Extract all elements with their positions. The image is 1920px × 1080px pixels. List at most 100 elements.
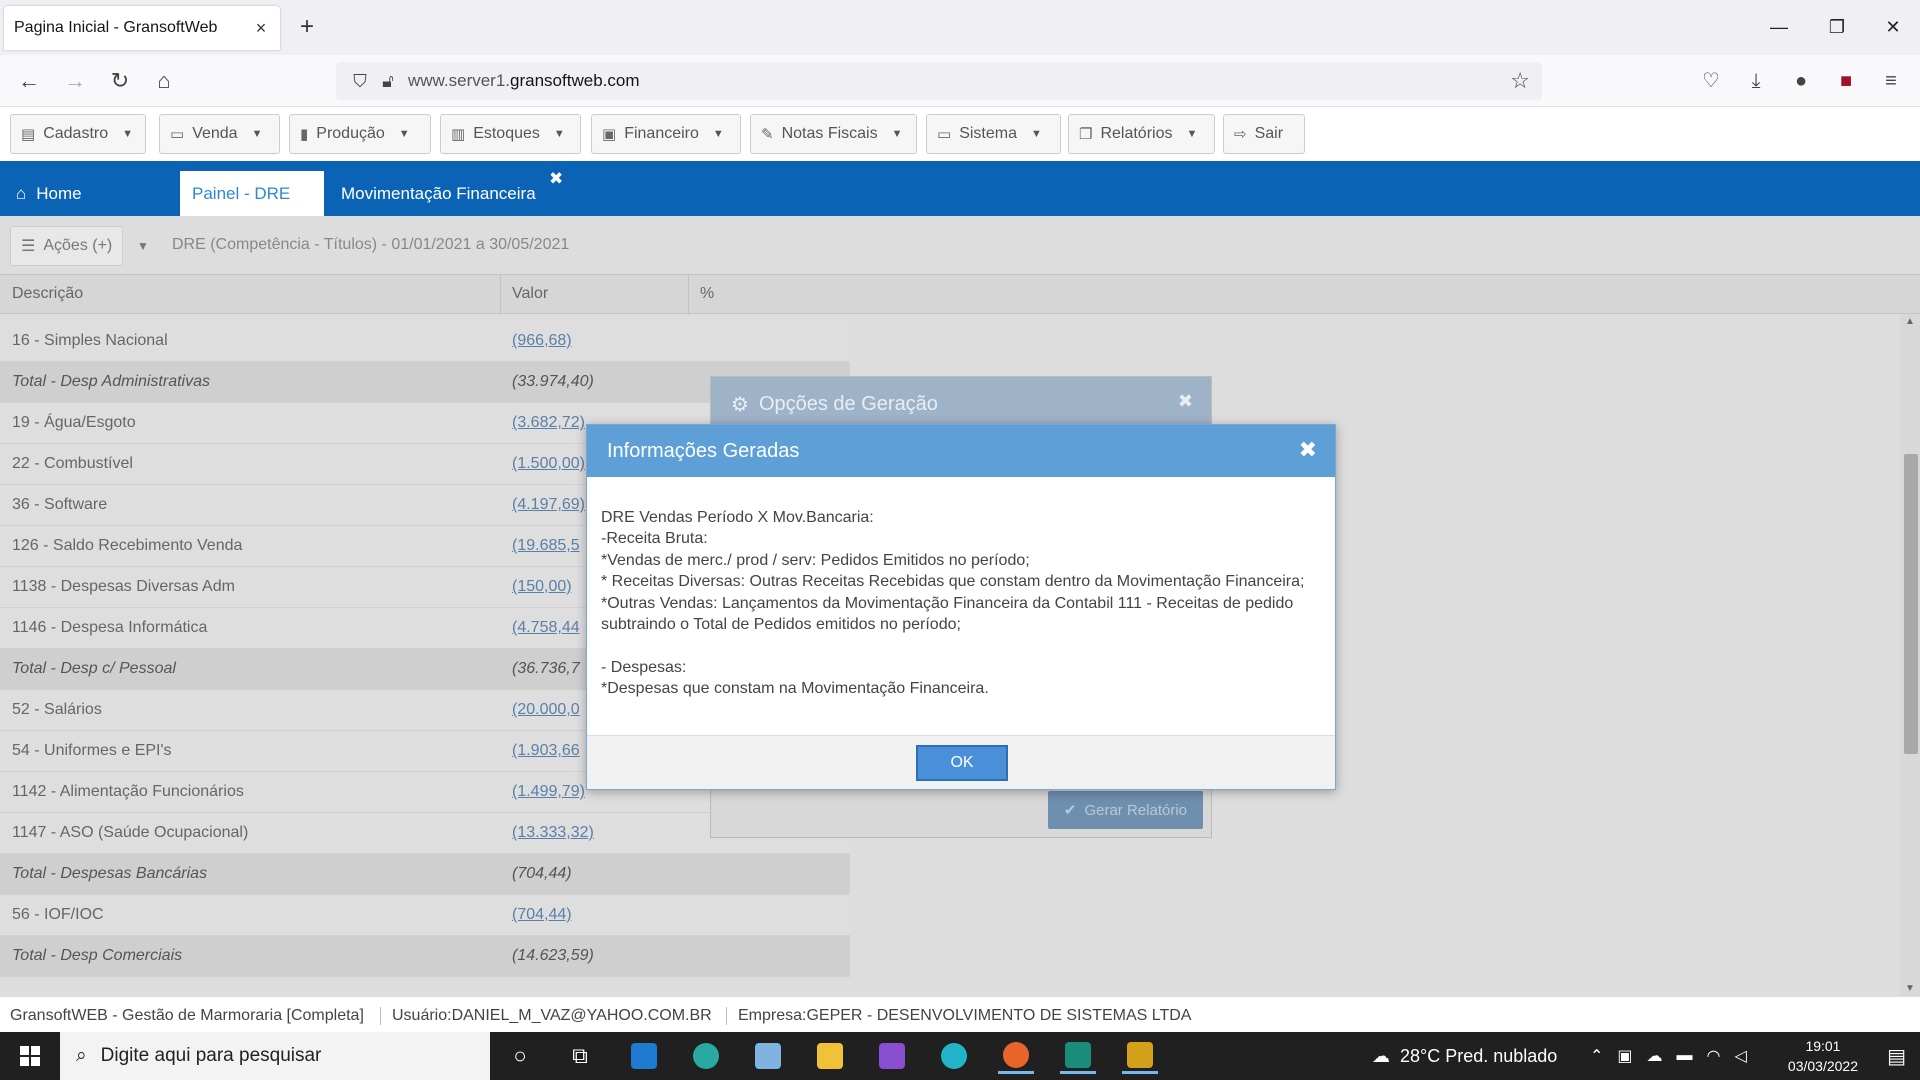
extension-icon[interactable]: ■ [1829,64,1863,98]
restore-icon[interactable]: ❐ [1814,10,1860,44]
app-installer-icon[interactable] [1060,1038,1096,1074]
tab-painel-dre[interactable]: Painel - DRE [180,171,324,216]
menu-relatorios[interactable]: ❐ Relatórios ▼ [1068,114,1215,154]
caret-down-icon: ▼ [251,128,263,140]
browser-navbar: ← → ↻ ⌂ ⛉ 🔓︎ www.server1. gransoftweb.com… [0,55,1920,107]
vertical-scrollbar[interactable]: ▲ ▼ [1900,314,1920,996]
edge-icon[interactable] [688,1038,724,1074]
modal-close-icon[interactable]: ✖ [1299,438,1317,462]
notepad-icon[interactable] [750,1038,786,1074]
menu-label: Financeiro [624,125,699,142]
close-tab-icon[interactable]: × [252,18,270,39]
row-value-link[interactable]: (704,44) [512,906,572,924]
row-value-link[interactable]: (4.197,69) [512,496,585,514]
search-placeholder: Digite aqui para pesquisar [100,1045,322,1066]
table-header: Descrição Valor % [0,274,1920,315]
wifi-icon[interactable]: ◠ [1707,1046,1721,1066]
mail-icon[interactable] [626,1038,662,1074]
acoes-dropdown-icon[interactable]: ▼ [128,226,158,266]
reload-icon[interactable]: ↻ [103,64,137,98]
pocket-icon[interactable]: ♡ [1694,64,1728,98]
ok-button[interactable]: OK [916,745,1008,781]
account-icon[interactable]: ● [1784,64,1818,98]
shield-icon[interactable]: ⛉ [346,71,374,92]
row-value-link[interactable]: (150,00) [512,578,572,596]
acoes-button[interactable]: ☰ Ações (+) [10,226,124,266]
forward-icon[interactable]: → [58,64,92,98]
scroll-down-icon[interactable]: ▼ [1902,983,1918,994]
download-icon[interactable]: ⤓ [1739,64,1773,98]
cortana-icon[interactable]: ○ [502,1038,538,1074]
menu-notas-fiscais[interactable]: ✎ Notas Fiscais ▼ [750,114,917,154]
menu-label: Relatórios [1100,125,1173,142]
close-tab-movimentacao-icon[interactable]: ✖ [549,169,563,189]
modal-line: - Despesas: [601,658,687,676]
column-header-percent: % [700,285,715,302]
row-value-link[interactable]: (4.758,44 [512,619,580,637]
check-icon: ✔ [1063,802,1077,819]
close-icon[interactable]: ✖ [1178,391,1193,412]
bookmark-star-icon[interactable]: ☆ [1510,68,1530,94]
menu-venda[interactable]: ▭ Venda ▼ [159,114,280,154]
browser-tab[interactable]: Pagina Inicial - GransoftWeb × [4,6,280,50]
menu-cadastro[interactable]: ▤ Cadastro ▼ [10,114,146,154]
row-value-link[interactable]: (1.500,00) [512,455,585,473]
edit-icon: ✎ [761,126,774,143]
row-value-link[interactable]: (1.499,79) [512,783,585,801]
new-tab-icon[interactable]: + [292,12,322,42]
menu-producao[interactable]: ▮ Produção ▼ [289,114,431,154]
row-value-link[interactable]: (13.333,32) [512,824,594,842]
tab-home[interactable]: ⌂ Home [16,171,82,216]
hamburger-menu-icon[interactable]: ≡ [1874,64,1908,98]
row-value-link[interactable]: (3.682,72) [512,414,585,432]
gerar-relatorio-button[interactable]: ✔ Gerar Relatório [1047,791,1203,829]
close-window-icon[interactable]: ✕ [1870,10,1916,44]
acoes-label: Ações (+) [43,237,113,254]
clock[interactable]: 19:01 03/03/2022 [1788,1036,1858,1076]
firefox-icon[interactable] [998,1038,1034,1074]
task-view-icon[interactable]: ⧉ [562,1038,598,1074]
back-icon[interactable]: ← [12,64,46,98]
copy-icon: ❐ [1079,126,1093,143]
close-tab-painel-icon[interactable]: ✖ [304,169,318,189]
url-bar[interactable]: ⛉ 🔓︎ www.server1. gransoftweb.com ☆ [336,62,1542,100]
visual-studio-icon[interactable] [874,1038,910,1074]
house-icon: ⌂ [16,183,27,203]
status-bar: GransoftWEB - Gestão de Marmoraria [Comp… [0,996,1920,1032]
tab-movimentacao-financeira[interactable]: Movimentação Financeira [341,171,536,216]
row-total-value: (704,44) [512,865,572,882]
menu-sistema[interactable]: ▭ Sistema ▼ [926,114,1061,154]
logout-icon: ⇨ [1234,126,1247,143]
money-icon: ▣ [602,126,617,143]
weather-widget[interactable]: ☁ 28°C Pred. nublado [1372,1032,1557,1080]
chevron-up-icon[interactable]: ⌃ [1590,1046,1603,1066]
home-icon[interactable]: ⌂ [147,64,181,98]
row-description: 1142 - Alimentação Funcionários [12,783,244,800]
caret-down-icon: ▼ [398,128,410,140]
app-tab-bar: ⌂ Home Painel - DRE ✖ Movimentação Finan… [0,161,1920,216]
scroll-thumb[interactable] [1904,454,1918,754]
tools-icon[interactable] [1122,1038,1158,1074]
row-value-link[interactable]: (20.000,0 [512,701,580,719]
battery-icon[interactable]: ▬ [1677,1047,1693,1065]
column-divider [688,275,689,315]
menu-sair[interactable]: ⇨ Sair [1223,114,1305,154]
file-explorer-icon[interactable] [812,1038,848,1074]
menu-estoques[interactable]: ▥ Estoques ▼ [440,114,581,154]
scroll-up-icon[interactable]: ▲ [1902,316,1918,327]
taskbar-search[interactable]: ⌕ Digite aqui para pesquisar [60,1032,490,1080]
start-button[interactable] [0,1032,60,1080]
barcode-icon: ▥ [451,126,466,143]
minimize-icon[interactable]: — [1756,10,1802,44]
row-value-link[interactable]: (19.685,5 [512,537,580,555]
clock-date: 03/03/2022 [1787,1058,1858,1074]
onedrive-icon[interactable]: ☁ [1647,1046,1663,1066]
skype-icon[interactable] [936,1038,972,1074]
lock-icon[interactable]: 🔓︎ [374,71,402,92]
notification-icon[interactable]: ▤ [1887,1044,1906,1069]
menu-financeiro[interactable]: ▣ Financeiro ▼ [591,114,741,154]
meet-icon[interactable]: ▣ [1617,1046,1632,1066]
row-value-link[interactable]: (966,68) [512,332,572,350]
row-value-link[interactable]: (1.903,66 [512,742,580,760]
volume-icon[interactable]: ◁ [1735,1046,1747,1066]
